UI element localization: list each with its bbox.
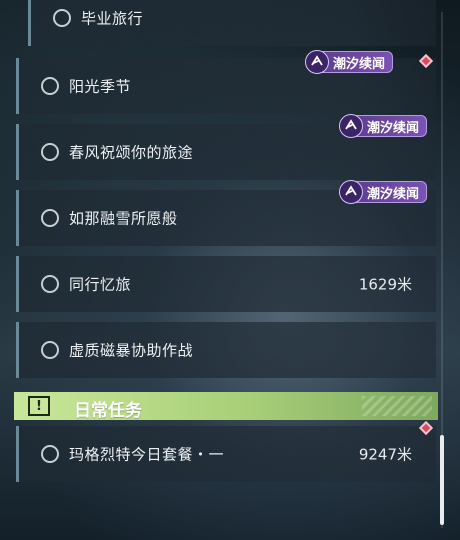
daily-tasks-header[interactable]: ! 日常任务: [14, 392, 438, 421]
circle-icon: [41, 341, 59, 359]
circle-icon: [41, 209, 59, 227]
circle-icon: [41, 77, 59, 95]
tide-badge-icon: [339, 114, 363, 138]
quest-label: 同行忆旅: [69, 275, 132, 294]
tide-news-badge: 潮汐续闻: [339, 180, 428, 204]
quest-distance: 1629米: [358, 275, 412, 294]
tide-news-badge: 潮汐续闻: [339, 114, 428, 138]
alert-icon: !: [28, 396, 50, 416]
tide-news-badge: 潮汐续闻: [305, 50, 394, 74]
section-title: 日常任务: [74, 401, 142, 421]
badge-text: 潮汐续闻: [367, 120, 420, 136]
circle-icon: [41, 143, 59, 161]
quest-label: 如那融雪所愿般: [69, 209, 178, 228]
quest-row-magnetic-storm[interactable]: 虚质磁暴协助作战: [16, 322, 436, 378]
daily-row-margaret-meal[interactable]: 玛格烈特今日套餐・一 9247米: [16, 426, 436, 482]
tide-badge-icon: [305, 50, 329, 74]
quest-label: 毕业旅行: [81, 9, 144, 28]
quest-list-panel: 毕业旅行 阳光季节 潮汐续闻 春风祝颂你的旅途 潮汐续闻 如那融雪所愿般 潮汐续…: [0, 0, 460, 540]
badge-text: 潮汐续闻: [333, 56, 386, 72]
circle-icon: [41, 275, 59, 293]
quest-row-travel-memory[interactable]: 同行忆旅 1629米: [16, 256, 436, 312]
circle-icon: [53, 9, 71, 27]
header-stripes: [362, 396, 432, 416]
tide-badge-icon: [339, 180, 363, 204]
quest-label: 阳光季节: [69, 77, 132, 96]
quest-distance: 9247米: [358, 445, 412, 464]
quest-label: 春风祝颂你的旅途: [69, 143, 194, 162]
scrollbar-thumb[interactable]: [440, 435, 444, 525]
quest-label: 玛格烈特今日套餐・一: [69, 445, 225, 464]
quest-label: 虚质磁暴协助作战: [69, 341, 194, 360]
badge-text: 潮汐续闻: [367, 186, 420, 202]
circle-icon: [41, 445, 59, 463]
quest-row-graduation-trip[interactable]: 毕业旅行: [28, 0, 436, 46]
